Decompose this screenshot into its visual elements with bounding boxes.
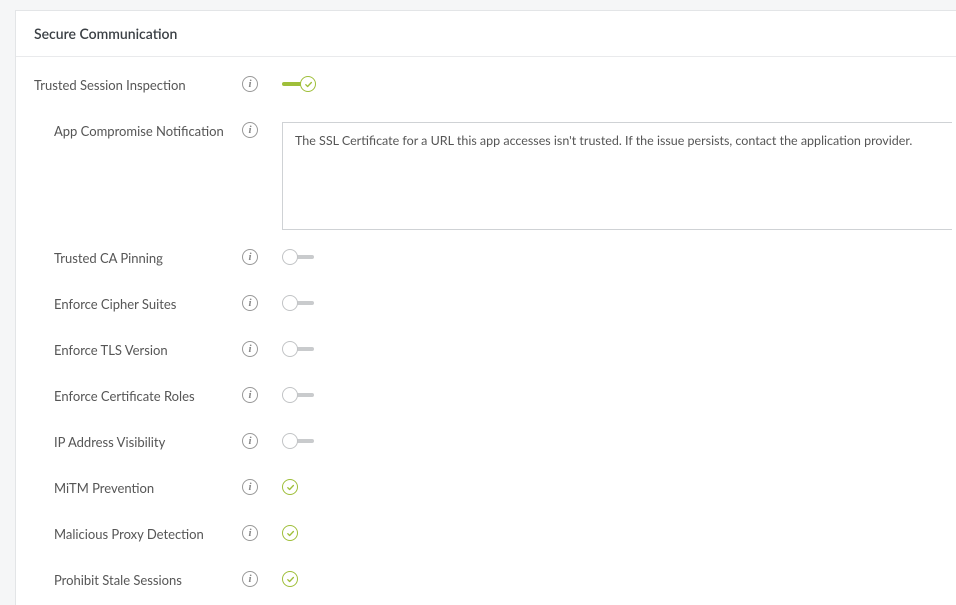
label-ip-visibility: IP Address Visibility [16,432,242,450]
info-icon[interactable]: i [242,295,258,311]
row-mitm: MiTM Prevention i [16,478,956,524]
check-icon [286,483,295,492]
toggle-stale-sessions[interactable] [282,571,298,587]
row-trusted-ca: Trusted CA Pinning i [16,248,956,294]
label-cipher-suites: Enforce Cipher Suites [16,294,242,312]
toggle-cipher-suites[interactable] [282,295,316,311]
toggle-trusted-ca[interactable] [282,249,316,265]
panel-header: Secure Communication [16,11,956,57]
label-trusted-session: Trusted Session Inspection [16,75,242,93]
info-icon[interactable]: i [242,387,258,403]
panel-title: Secure Communication [34,25,938,42]
info-icon[interactable]: i [242,76,258,92]
info-icon[interactable]: i [242,571,258,587]
toggle-cert-roles[interactable] [282,387,316,403]
panel-body: Trusted Session Inspection i [16,57,956,605]
row-ip-visibility: IP Address Visibility i [16,432,956,478]
label-mitm: MiTM Prevention [16,478,242,496]
secure-communication-panel: Secure Communication Trusted Session Ins… [15,10,956,605]
row-cert-roles: Enforce Certificate Roles i [16,386,956,432]
row-malicious-proxy: Malicious Proxy Detection i [16,524,956,570]
info-icon[interactable]: i [242,479,258,495]
toggle-ip-visibility[interactable] [282,433,316,449]
label-tls-version: Enforce TLS Version [16,340,242,358]
check-icon [286,529,295,538]
label-cert-roles: Enforce Certificate Roles [16,386,242,404]
toggle-tls-version[interactable] [282,341,316,357]
label-trusted-ca: Trusted CA Pinning [16,248,242,266]
check-icon [304,80,313,89]
toggle-malicious-proxy[interactable] [282,525,298,541]
label-malicious-proxy: Malicious Proxy Detection [16,524,242,542]
row-trusted-session: Trusted Session Inspection i [16,75,956,121]
app-compromise-textarea[interactable] [282,122,952,230]
info-icon[interactable]: i [242,122,258,138]
check-icon [286,575,295,584]
info-icon[interactable]: i [242,249,258,265]
row-cipher-suites: Enforce Cipher Suites i [16,294,956,340]
info-icon[interactable]: i [242,525,258,541]
toggle-mitm[interactable] [282,479,298,495]
info-icon[interactable]: i [242,341,258,357]
toggle-trusted-session[interactable] [282,76,316,92]
row-stale-sessions: Prohibit Stale Sessions i [16,570,956,605]
info-icon[interactable]: i [242,433,258,449]
label-stale-sessions: Prohibit Stale Sessions [16,570,242,588]
row-tls-version: Enforce TLS Version i [16,340,956,386]
row-app-compromise: App Compromise Notification i [16,121,956,230]
label-app-compromise: App Compromise Notification [16,121,242,139]
